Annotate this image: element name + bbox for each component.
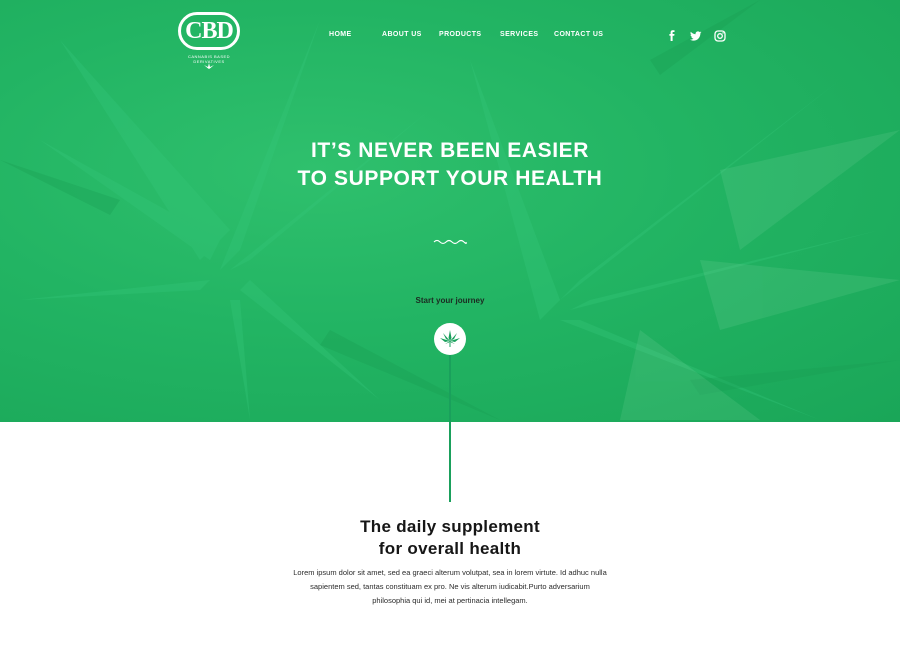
cannabis-leaf-icon — [440, 330, 460, 347]
section-title: The daily supplement for overall health — [0, 516, 900, 560]
hero-headline: IT’S NEVER BEEN EASIER TO SUPPORT YOUR H… — [0, 137, 900, 193]
nav-contact-us[interactable]: CONTACT US — [554, 31, 603, 38]
hero-headline-line-2: TO SUPPORT YOUR HEALTH — [297, 167, 603, 190]
hero-headline-line-1: IT’S NEVER BEEN EASIER — [310, 139, 590, 162]
section-title-line-1: The daily supplement — [360, 517, 540, 536]
logo-leaf-icon — [204, 63, 214, 69]
instagram-icon[interactable] — [714, 29, 726, 42]
main-nav: HOME ABOUT US PRODUCTS SERVICES CONTACT … — [0, 31, 900, 43]
nav-services[interactable]: SERVICES — [500, 31, 538, 38]
nav-home[interactable]: HOME — [329, 31, 352, 38]
section-body-line-2: sapientem sed, tantas constituam ex pro.… — [310, 582, 590, 591]
start-journey-label[interactable]: Start your journey — [0, 296, 900, 305]
start-journey-button[interactable] — [434, 323, 466, 355]
nav-about-us[interactable]: ABOUT US — [382, 31, 422, 38]
twitter-icon[interactable] — [690, 29, 702, 41]
section-body-line-3: philosophia qui id, mei at pertinacia in… — [372, 596, 528, 605]
section-title-line-2: for overall health — [378, 539, 522, 558]
journey-connector-line — [449, 355, 451, 502]
section-body-line-1: Lorem ipsum dolor sit amet, sed ea graec… — [293, 568, 607, 577]
squiggle-divider — [433, 239, 467, 245]
facebook-icon[interactable] — [666, 29, 678, 41]
section-body-text: Lorem ipsum dolor sit amet, sed ea graec… — [262, 566, 638, 608]
nav-products[interactable]: PRODUCTS — [439, 31, 481, 38]
